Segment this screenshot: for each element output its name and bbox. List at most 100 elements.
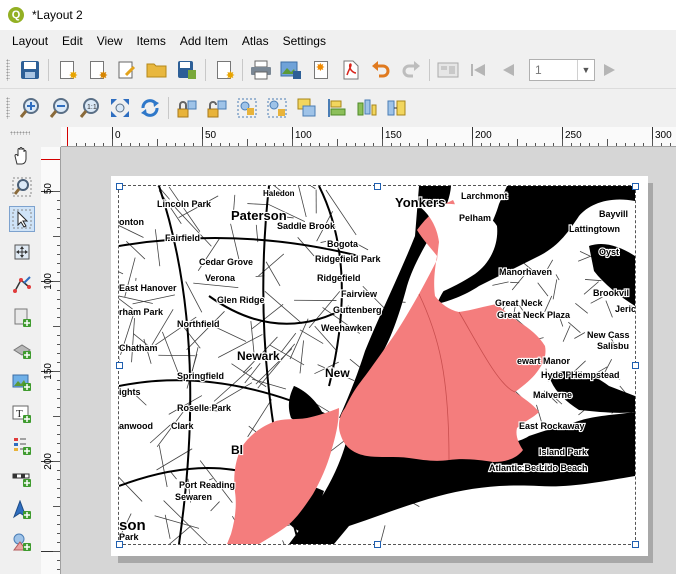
zoom-actual-button[interactable]: 1:1 xyxy=(79,97,101,119)
map-place-label: rham Park xyxy=(119,307,164,317)
zoom-out-icon xyxy=(49,97,69,118)
map-place-label: Pelham xyxy=(459,213,491,223)
menu-items[interactable]: Items xyxy=(130,34,173,48)
zoom-out-button[interactable] xyxy=(49,97,71,119)
menu-settings[interactable]: Settings xyxy=(276,34,333,48)
atlas-preview-button[interactable] xyxy=(437,59,459,81)
map-place-label: ights xyxy=(119,387,141,397)
menu-bar: Layout Edit View Items Add Item Atlas Se… xyxy=(0,30,676,52)
save-layout-button[interactable] xyxy=(19,59,41,81)
layout-canvas[interactable]: Haledon Yonkers Larchmont Lincoln Park Pater… xyxy=(61,147,676,574)
resize-handle[interactable] xyxy=(632,362,639,369)
resize-handle[interactable] xyxy=(374,183,381,190)
toolbar-grip-icon[interactable] xyxy=(6,59,10,81)
menu-edit[interactable]: Edit xyxy=(55,34,90,48)
zoom-in-button[interactable] xyxy=(19,97,41,119)
previous-feature-button[interactable] xyxy=(497,59,519,81)
pan-tool-button[interactable] xyxy=(9,143,35,169)
align-items-button[interactable] xyxy=(326,97,348,119)
open-template-button[interactable] xyxy=(146,59,168,81)
layout-manager-button[interactable] xyxy=(116,59,138,81)
resize-handle[interactable] xyxy=(632,541,639,548)
map-place-label: Cedar Grove xyxy=(199,257,253,267)
map-place-label: Hempstead xyxy=(571,370,620,380)
vertical-ruler[interactable]: 50 100 150 200 xyxy=(41,147,61,574)
map-place-label: Verona xyxy=(205,273,236,283)
unlock-items-button[interactable] xyxy=(206,97,228,119)
page-setup-button[interactable]: ✸ xyxy=(213,59,235,82)
magnifier-icon xyxy=(12,177,32,197)
new-layout-button[interactable]: ✸ xyxy=(56,59,78,82)
map-item[interactable]: Haledon Yonkers Larchmont Lincoln Park Pater… xyxy=(118,185,636,545)
new-layout-icon: ✸ xyxy=(60,61,78,82)
resize-items-button[interactable] xyxy=(386,97,408,119)
edit-nodes-tool-button[interactable] xyxy=(9,272,35,298)
h-tick-label: 100 xyxy=(295,130,312,141)
raise-items-button[interactable] xyxy=(296,97,318,119)
toolbar-grip-icon[interactable] xyxy=(10,131,30,135)
align-icon xyxy=(328,98,346,117)
toolbar-separator xyxy=(48,59,49,81)
add-3d-map-button[interactable] xyxy=(9,337,35,363)
menu-layout[interactable]: Layout xyxy=(5,34,55,48)
group-items-button[interactable] xyxy=(236,97,258,119)
map-place-label: Ridgefield xyxy=(317,273,361,283)
map-place-label: Newark xyxy=(237,349,280,363)
zoom-full-button[interactable] xyxy=(109,97,131,119)
refresh-view-button[interactable] xyxy=(139,97,161,119)
add-map-button[interactable] xyxy=(9,305,35,331)
map-place-label: Guttenberg xyxy=(333,305,382,315)
add-picture-button[interactable] xyxy=(9,369,35,395)
map-render: HaledonYonkers LarchmontLincoln ParkPater… xyxy=(119,186,635,544)
resize-handle[interactable] xyxy=(116,183,123,190)
menu-atlas[interactable]: Atlas xyxy=(235,34,276,48)
map-place-label: Oyst xyxy=(599,247,619,257)
export-image-button[interactable] xyxy=(280,59,302,81)
add-legend-button[interactable] xyxy=(9,433,35,459)
next-feature-button[interactable] xyxy=(599,59,621,81)
save-as-template-button[interactable] xyxy=(176,59,198,81)
resize-handle[interactable] xyxy=(116,362,123,369)
export-svg-button[interactable]: ✸ xyxy=(310,59,332,81)
map-place-label: Northfield xyxy=(177,319,220,329)
resize-handle[interactable] xyxy=(116,541,123,548)
horizontal-ruler[interactable]: 0 50 100 150 200 250 300 xyxy=(61,127,676,147)
toolbar-grip-icon[interactable] xyxy=(6,96,10,119)
menu-add-item[interactable]: Add Item xyxy=(173,34,235,48)
atlas-page-combo[interactable]: 1 ▼ xyxy=(529,59,595,81)
add-picture-icon xyxy=(12,374,31,391)
map-place-label: New xyxy=(325,366,350,380)
duplicate-layout-button[interactable]: ✸ xyxy=(86,59,108,82)
title-bar: Q *Layout 2 xyxy=(0,0,676,30)
lock-icon xyxy=(177,100,197,117)
menu-view[interactable]: View xyxy=(90,34,130,48)
add-scalebar-button[interactable] xyxy=(9,465,35,491)
undo-button[interactable] xyxy=(370,59,392,81)
lock-items-button[interactable] xyxy=(176,97,198,119)
first-feature-button[interactable] xyxy=(467,59,489,81)
add-3d-map-icon xyxy=(13,344,31,359)
print-button[interactable] xyxy=(250,59,272,81)
ungroup-items-button[interactable] xyxy=(266,97,288,119)
select-move-tool-button[interactable] xyxy=(9,206,35,232)
add-north-arrow-icon xyxy=(12,500,31,519)
resize-handle[interactable] xyxy=(374,541,381,548)
zoom-full-icon xyxy=(111,98,129,117)
first-icon xyxy=(471,64,485,76)
chevron-down-icon[interactable]: ▼ xyxy=(577,60,594,80)
map-place-label: New Cass xyxy=(587,330,630,340)
zoom-actual-icon: 1:1 xyxy=(79,97,99,118)
resize-handle[interactable] xyxy=(632,183,639,190)
redo-button[interactable] xyxy=(400,59,422,81)
move-content-tool-button[interactable] xyxy=(9,239,35,265)
zoom-tool-button[interactable] xyxy=(9,174,35,200)
svg-text:T: T xyxy=(16,408,23,420)
add-shape-button[interactable] xyxy=(9,529,35,555)
printer-icon xyxy=(251,60,271,80)
add-north-arrow-button[interactable] xyxy=(9,497,35,523)
add-label-button[interactable]: T xyxy=(9,401,35,427)
export-pdf-button[interactable] xyxy=(340,59,362,81)
layout-page[interactable]: Haledon Yonkers Larchmont Lincoln Park Pater… xyxy=(111,176,648,556)
map-place-label: Chatham xyxy=(119,343,158,353)
distribute-items-button[interactable] xyxy=(356,97,378,119)
